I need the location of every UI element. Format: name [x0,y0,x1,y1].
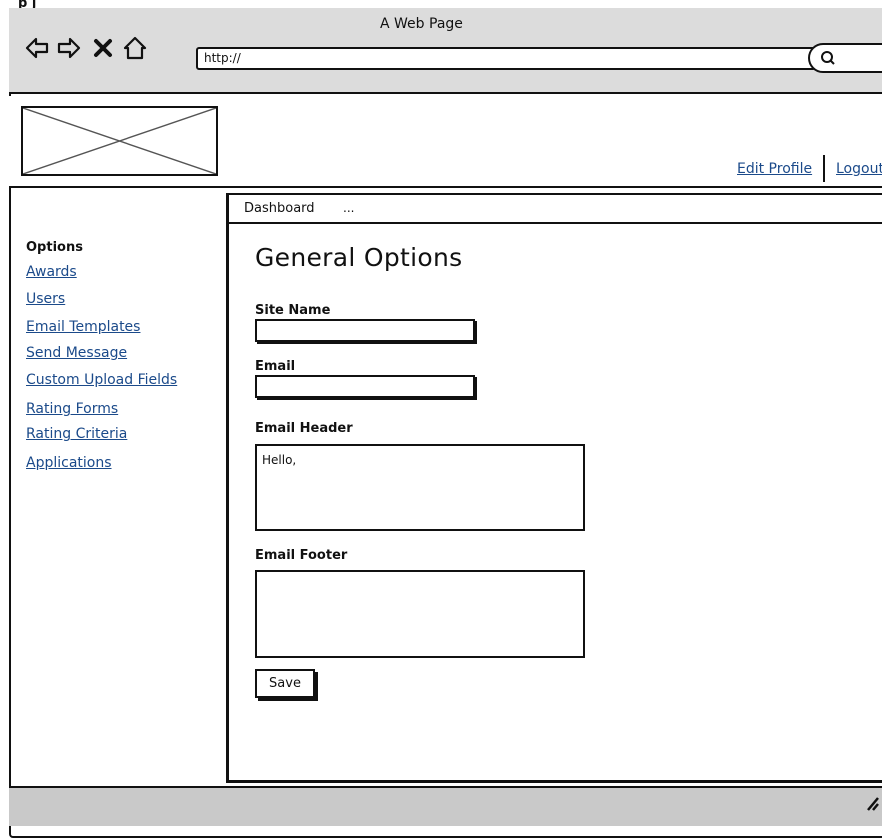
email-label: Email [255,359,296,374]
home-icon[interactable] [123,36,147,60]
window-title: A Web Page [380,16,463,32]
email-field[interactable] [255,375,475,398]
link-separator [823,155,825,182]
save-button[interactable]: Save [255,669,315,698]
sidebar-item-awards[interactable]: Awards [26,264,77,280]
sidebar-item-applications[interactable]: Applications [26,455,112,471]
email-header-label: Email Header [255,421,353,436]
forward-arrow-icon[interactable] [57,36,81,60]
url-input[interactable]: http:// [196,47,816,70]
back-arrow-icon[interactable] [25,36,49,60]
search-field[interactable] [808,43,882,73]
site-name-field[interactable] [255,319,475,342]
page-title: General Options [255,243,463,272]
sidebar-item-users[interactable]: Users [26,291,65,307]
sidebar-item-rating-criteria[interactable]: Rating Criteria [26,426,127,442]
sidebar-item-custom-upload-fields[interactable]: Custom Upload Fields [26,372,177,388]
email-footer-label: Email Footer [255,548,348,563]
site-name-label: Site Name [255,303,331,318]
close-x-icon[interactable] [91,36,115,60]
email-header-textarea[interactable]: Hello, [255,444,585,531]
breadcrumb-dashboard[interactable]: Dashboard [244,201,315,216]
sidebar-heading: Options [26,240,83,255]
sidebar-item-send-message[interactable]: Send Message [26,345,127,361]
sidebar-item-rating-forms[interactable]: Rating Forms [26,401,118,417]
search-icon [821,51,835,65]
resize-grip-icon[interactable] [866,796,880,812]
logo-image-placeholder [21,106,218,176]
breadcrumb-more[interactable]: ... [343,201,354,215]
email-footer-textarea[interactable] [255,570,585,658]
logout-link[interactable]: Logout [836,161,882,177]
breadcrumb [229,196,882,224]
status-bar [9,786,882,826]
sidebar-item-email-templates[interactable]: Email Templates [26,319,140,335]
edit-profile-link[interactable]: Edit Profile [737,161,812,177]
